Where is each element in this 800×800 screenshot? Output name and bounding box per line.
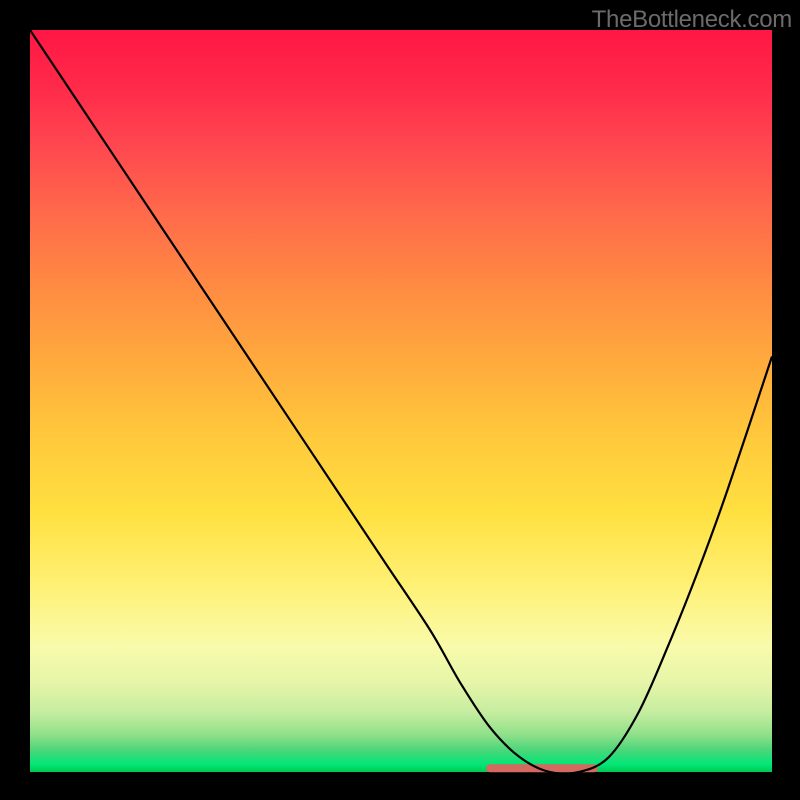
bottleneck-curve-svg (30, 30, 772, 772)
chart-container: TheBottleneck.com (0, 0, 800, 800)
bottleneck-curve (30, 30, 772, 774)
plot-area (30, 30, 772, 772)
